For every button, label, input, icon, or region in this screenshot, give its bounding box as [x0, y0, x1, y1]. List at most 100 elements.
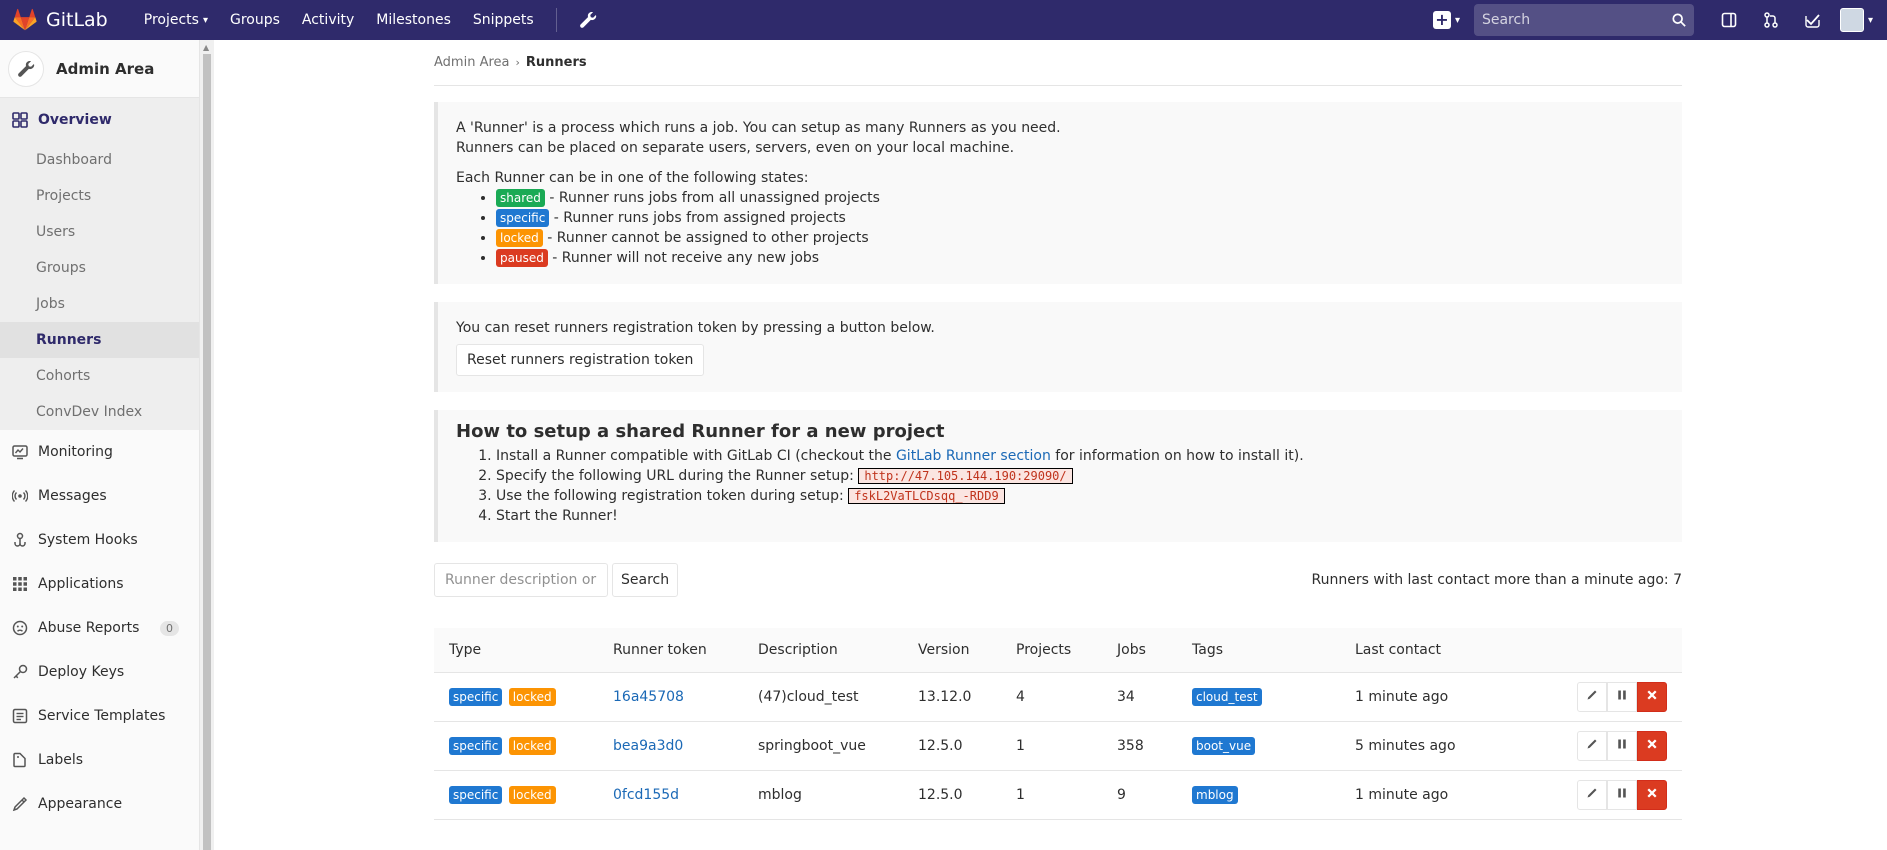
sidebar-overview-submenu: Dashboard Projects Users Groups Jobs Run… [0, 142, 199, 430]
top-navbar: GitLab Projects ▾ Groups Activity Milesto… [0, 0, 1887, 40]
scrollbar-thumb[interactable] [203, 54, 211, 850]
runner-search-button[interactable]: Search [612, 563, 679, 597]
nav-milestones[interactable]: Milestones [376, 12, 451, 28]
todo-check-icon[interactable] [1802, 9, 1824, 31]
runner-description: springboot_vue [743, 721, 903, 771]
pause-icon [1616, 738, 1628, 754]
sidebar-item-groups[interactable]: Groups [0, 250, 199, 286]
runner-tags-cell: mblog [1177, 770, 1340, 820]
face-icon [12, 620, 28, 636]
sidebar-item-convdev-index[interactable]: ConvDev Index [0, 394, 199, 430]
nav-activity[interactable]: Activity [302, 12, 354, 28]
runner-tag-badge: boot_vue [1192, 736, 1256, 755]
avatar [1839, 8, 1864, 32]
states-heading: Each Runner can be in one of the followi… [456, 170, 809, 186]
search-input[interactable] [1481, 12, 1672, 28]
coordinator-url[interactable]: http://47.105.144.190:29090/ [858, 468, 1073, 484]
runner-actions-cell [1520, 721, 1682, 771]
close-icon [1646, 738, 1658, 754]
gitlab-runner-section-link[interactable]: GitLab Runner section [896, 448, 1051, 464]
pause-runner-button[interactable] [1607, 681, 1637, 712]
sidebar-scrollbar[interactable]: ▲ [200, 40, 214, 850]
appearance-icon [12, 796, 28, 812]
nav-links: Projects ▾ Groups Activity Milestones Sni… [144, 0, 599, 40]
reset-token-callout: You can reset runners registration token… [434, 302, 1682, 392]
remove-runner-button[interactable] [1637, 730, 1667, 761]
breadcrumb-current[interactable]: Runners [526, 55, 587, 70]
reset-token-text: You can reset runners registration token… [456, 320, 935, 336]
setup-runner-callout: How to setup a shared Runner for a new p… [434, 410, 1682, 542]
pause-runner-button[interactable] [1607, 730, 1637, 761]
sidebar-item-system-hooks[interactable]: System Hooks [0, 518, 199, 562]
admin-wrench-icon[interactable] [577, 9, 599, 31]
sidebar-context-header[interactable]: Admin Area [0, 40, 199, 98]
intro-line-2: Runners can be placed on separate users,… [456, 140, 1015, 156]
sidebar-item-appearance[interactable]: Appearance [0, 782, 199, 826]
sidebar-item-abuse-reports[interactable]: Abuse Reports 0 [0, 606, 199, 650]
pause-runner-button[interactable] [1607, 779, 1637, 810]
sidebar-toggle-icon[interactable] [1718, 9, 1740, 31]
sidebar-item-applications[interactable]: Applications [0, 562, 199, 606]
nav-snippets[interactable]: Snippets [473, 12, 534, 28]
new-dropdown[interactable]: + ▾ [1432, 11, 1460, 29]
column-header-type: Type [434, 628, 598, 673]
runner-type-badge-specific: specific [449, 687, 503, 706]
scroll-up-arrow-icon[interactable]: ▲ [203, 43, 209, 52]
runner-token-link[interactable]: 16a45708 [613, 689, 684, 705]
runner-projects: 1 [1001, 770, 1102, 820]
runner-search-input[interactable] [434, 563, 608, 597]
close-icon [1646, 787, 1658, 803]
registration-token[interactable]: fskL2VaTLCDsqq_-RDD9 [848, 488, 1005, 504]
shared-badge: shared [496, 189, 545, 207]
reset-token-button[interactable]: Reset runners registration token [456, 344, 705, 376]
search-field[interactable] [1473, 4, 1694, 36]
step1-text-after: for information on how to install it). [1050, 448, 1304, 464]
breadcrumb-admin-area[interactable]: Admin Area [434, 55, 509, 70]
sidebar-item-overview[interactable]: Overview [0, 98, 199, 142]
sidebar-item-projects[interactable]: Projects [0, 178, 199, 214]
edit-runner-button[interactable] [1577, 730, 1607, 761]
runner-actions-cell [1520, 672, 1682, 722]
user-menu[interactable]: ▾ [1839, 8, 1873, 32]
main-content: Admin Area › Runners A 'Runner' is a pro… [434, 40, 1682, 820]
sidebar-item-users[interactable]: Users [0, 214, 199, 250]
sidebar-item-deploy-keys[interactable]: Deploy Keys [0, 650, 199, 694]
sidebar-item-labels[interactable]: Labels [0, 738, 199, 782]
column-header-token: Runner token [598, 628, 743, 673]
remove-runner-button[interactable] [1637, 779, 1667, 810]
edit-runner-button[interactable] [1577, 681, 1607, 712]
sidebar-item-monitoring[interactable]: Monitoring [0, 430, 199, 474]
broadcast-icon [12, 488, 28, 504]
sidebar-item-runners[interactable]: Runners [0, 322, 199, 358]
runner-tag-badge: cloud_test [1192, 687, 1262, 706]
sidebar: Admin Area Overview Dashboard Projects U… [0, 40, 200, 850]
nav-groups[interactable]: Groups [230, 12, 280, 28]
runner-last-contact: 5 minutes ago [1340, 721, 1520, 771]
column-header-projects: Projects [1001, 628, 1102, 673]
setup-step-1: Install a Runner compatible with GitLab … [496, 446, 1664, 466]
remove-runner-button[interactable] [1637, 681, 1667, 712]
setup-title: How to setup a shared Runner for a new p… [456, 421, 945, 442]
column-header-description: Description [743, 628, 903, 673]
sidebar-item-cohorts[interactable]: Cohorts [0, 358, 199, 394]
sidebar-item-dashboard[interactable]: Dashboard [0, 142, 199, 178]
runners-table-body: specific locked 16a45708 (47)cloud_test 13.… [434, 672, 1682, 820]
runner-token-link[interactable]: 0fcd155d [613, 787, 679, 803]
sidebar-item-overview-label: Overview [38, 112, 112, 128]
runner-tags-cell: cloud_test [1177, 672, 1340, 722]
runner-intro-callout: A 'Runner' is a process which runs a job… [434, 102, 1682, 284]
edit-runner-button[interactable] [1577, 779, 1607, 810]
merge-request-icon[interactable] [1760, 9, 1782, 31]
runner-version: 12.5.0 [903, 721, 1001, 771]
sidebar-item-service-templates[interactable]: Service Templates [0, 694, 199, 738]
runner-tags-cell: boot_vue [1177, 721, 1340, 771]
sidebar-item-jobs[interactable]: Jobs [0, 286, 199, 322]
sidebar-item-messages[interactable]: Messages [0, 474, 199, 518]
runners-table: Type Runner token Description Version Pr… [434, 628, 1682, 820]
nav-projects-dropdown[interactable]: Projects ▾ [144, 12, 208, 28]
runner-token-cell: bea9a3d0 [598, 721, 743, 771]
runner-token-link[interactable]: bea9a3d0 [613, 738, 683, 754]
sidebar-item-appearance-label: Appearance [38, 796, 123, 812]
runner-type-badge-specific: specific [449, 736, 503, 755]
brand-home-link[interactable]: GitLab [0, 0, 108, 40]
